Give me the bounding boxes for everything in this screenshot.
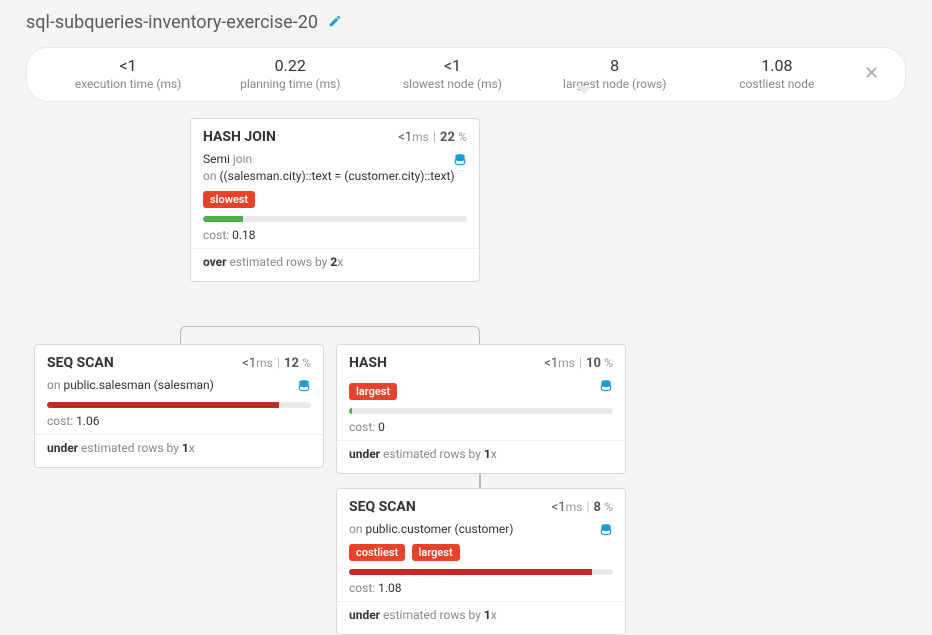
metric-slowest-node[interactable]: <1 slowest node (ms) bbox=[371, 56, 533, 91]
estimate-line: under estimated rows by 1x bbox=[47, 441, 311, 459]
metric-label: execution time (ms) bbox=[47, 77, 209, 91]
node-detail: on public.customer (customer) bbox=[349, 521, 613, 538]
metric-planning-time[interactable]: 0.22 planning time (ms) bbox=[209, 56, 371, 91]
database-icon bbox=[453, 153, 467, 167]
unit: ms bbox=[558, 356, 575, 370]
unit: ms bbox=[256, 356, 273, 370]
cost-line: cost: 0 bbox=[349, 420, 613, 434]
node-time: <1 bbox=[242, 356, 256, 371]
node-title: HASH bbox=[349, 355, 387, 371]
badge-slowest: slowest bbox=[203, 191, 255, 208]
plan-tree: HASH JOIN <1ms|22 % Semi join on ((sales… bbox=[0, 102, 932, 622]
metric-label: costliest node bbox=[696, 77, 858, 91]
cost-line: cost: 1.06 bbox=[47, 414, 311, 428]
unit: % bbox=[604, 356, 613, 370]
cost-bar bbox=[349, 408, 613, 414]
badge-largest: largest bbox=[412, 544, 460, 561]
node-title: HASH JOIN bbox=[203, 129, 276, 145]
unit: % bbox=[302, 356, 311, 370]
node-detail: on ((salesman.city)::text = (customer.ci… bbox=[203, 168, 467, 185]
metric-value: 0.22 bbox=[209, 56, 371, 75]
metrics-bar: <1 execution time (ms) 0.22 planning tim… bbox=[26, 47, 906, 102]
node-pct: 22 bbox=[440, 130, 455, 145]
badge-costliest: costliest bbox=[349, 544, 405, 561]
node-title: SEQ SCAN bbox=[47, 355, 114, 371]
metric-value: 8 bbox=[534, 56, 696, 75]
badge-largest: largest bbox=[349, 383, 397, 400]
node-stats: <1ms|22 % bbox=[398, 130, 467, 145]
node-time: <1 bbox=[398, 130, 412, 145]
database-icon bbox=[297, 379, 311, 393]
node-pct: 10 bbox=[586, 356, 601, 371]
unit: ms bbox=[566, 500, 583, 514]
metric-label: planning time (ms) bbox=[209, 77, 371, 91]
node-pct: 12 bbox=[284, 356, 299, 371]
pencil-icon[interactable] bbox=[328, 14, 342, 32]
metric-value: <1 bbox=[47, 56, 209, 75]
node-detail: on public.salesman (salesman) bbox=[47, 377, 311, 394]
node-hash[interactable]: HASH <1ms|10 % largest cost: 0 under est… bbox=[336, 344, 626, 474]
pointer-icon bbox=[576, 86, 592, 94]
metric-label: largest node (rows) bbox=[534, 77, 696, 91]
node-stats: <1ms|8 % bbox=[552, 500, 613, 515]
cost-bar bbox=[203, 216, 467, 222]
metric-value: <1 bbox=[371, 56, 533, 75]
node-seq-scan-customer[interactable]: SEQ SCAN <1ms|8 % on public.customer (cu… bbox=[336, 488, 626, 635]
metric-costliest-node[interactable]: 1.08 costliest node bbox=[696, 56, 858, 91]
cost-line: cost: 1.08 bbox=[349, 581, 613, 595]
node-stats: <1ms|12 % bbox=[242, 356, 311, 371]
cost-bar bbox=[349, 569, 613, 575]
node-stats: <1ms|10 % bbox=[544, 356, 613, 371]
metric-largest-node[interactable]: 8 largest node (rows) bbox=[534, 56, 696, 91]
node-time: <1 bbox=[544, 356, 558, 371]
node-title: SEQ SCAN bbox=[349, 499, 416, 515]
close-icon[interactable]: ✕ bbox=[858, 63, 885, 84]
estimate-line: over estimated rows by 2x bbox=[203, 255, 467, 273]
connector bbox=[180, 326, 480, 346]
node-hash-join[interactable]: HASH JOIN <1ms|22 % Semi join on ((sales… bbox=[190, 118, 480, 282]
unit: % bbox=[458, 130, 467, 144]
node-pct: 8 bbox=[594, 500, 601, 515]
metric-execution-time[interactable]: <1 execution time (ms) bbox=[47, 56, 209, 91]
unit: % bbox=[604, 500, 613, 514]
database-icon bbox=[599, 523, 613, 537]
unit: ms bbox=[412, 130, 429, 144]
estimate-line: under estimated rows by 1x bbox=[349, 447, 613, 465]
estimate-line: under estimated rows by 1x bbox=[349, 608, 613, 626]
node-time: <1 bbox=[552, 500, 566, 515]
node-seq-scan-salesman[interactable]: SEQ SCAN <1ms|12 % on public.salesman (s… bbox=[34, 344, 324, 468]
cost-line: cost: 0.18 bbox=[203, 228, 467, 242]
metric-value: 1.08 bbox=[696, 56, 858, 75]
metric-label: slowest node (ms) bbox=[371, 77, 533, 91]
page-title: sql-subqueries-inventory-exercise-20 bbox=[26, 12, 318, 33]
cost-bar bbox=[47, 402, 311, 408]
node-detail: Semi join bbox=[203, 151, 467, 168]
database-icon bbox=[599, 379, 613, 393]
